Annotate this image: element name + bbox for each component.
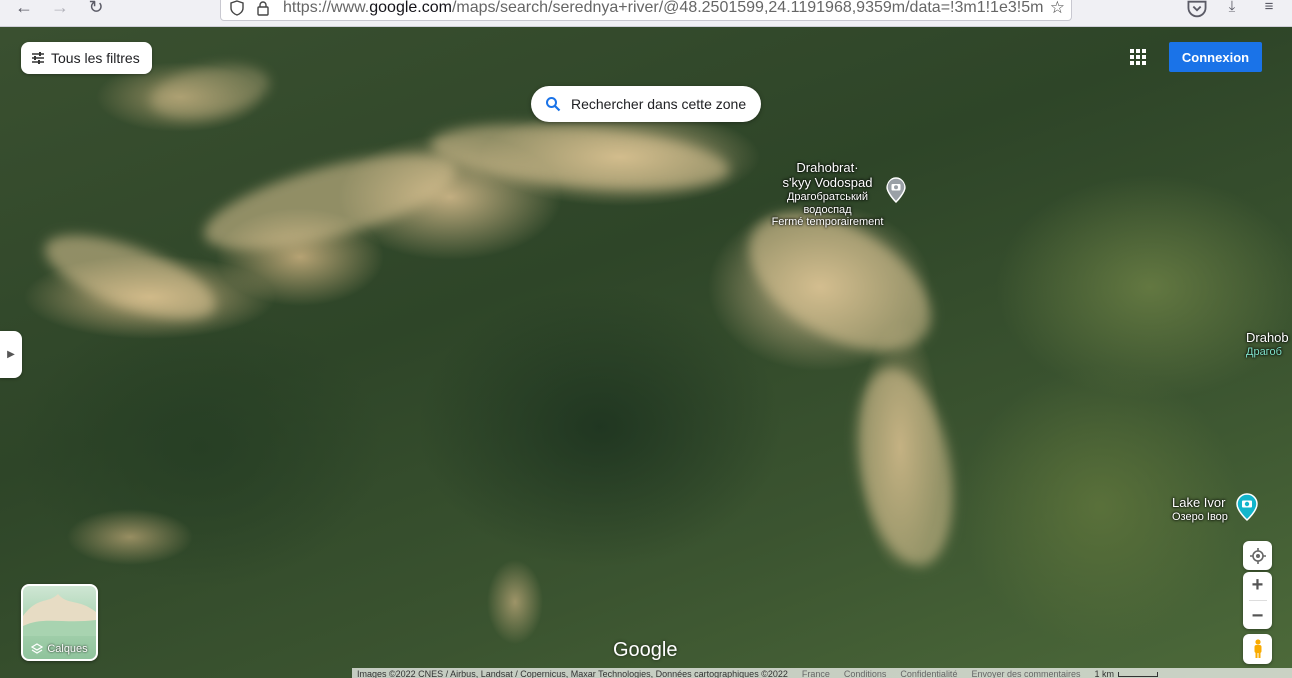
attribution-text: Images ©2022 CNES / Airbus, Landsat / Co… [357,669,788,678]
all-filters-button[interactable]: Tous les filtres [21,42,152,74]
search-this-area-button[interactable]: Rechercher dans cette zone [531,86,761,122]
zoom-out-button[interactable]: − [1252,606,1264,626]
my-location-button[interactable] [1243,541,1272,570]
download-icon[interactable]: ⤓ [1221,0,1243,18]
sign-in-button[interactable]: Connexion [1169,42,1262,72]
all-filters-label: Tous les filtres [51,50,140,66]
google-logo: Google [613,639,678,661]
footer-link-terms[interactable]: Conditions [844,669,887,678]
scale-indicator[interactable]: 1 km [1095,669,1159,678]
footer-link-country[interactable]: France [802,669,830,678]
google-apps-icon[interactable] [1130,49,1146,65]
bookmark-star-icon[interactable]: ☆ [1050,0,1065,18]
layers-button[interactable]: Calques [21,584,98,661]
camera-pin-icon[interactable] [886,177,906,203]
expand-side-panel-button[interactable]: ▶ [0,331,22,378]
terrain-ridge [146,56,274,128]
map-footer: Images ©2022 CNES / Airbus, Landsat / Co… [352,668,1292,678]
place-drahobrat-waterfall[interactable]: Drahobrat· s'kyy Vodospad Драгобратський… [765,160,890,229]
chevron-right-icon: ▶ [7,349,15,360]
place-drahobrat-village[interactable]: Drahob Драгоб [1246,330,1289,359]
menu-icon[interactable]: ≡ [1258,0,1280,18]
lock-icon [257,1,269,16]
back-icon[interactable]: ← [12,0,36,17]
terrain-ridge [35,218,225,336]
place-lake-ivor[interactable]: Lake Ivor Озеро Івор [1172,495,1228,524]
lake-pin-icon[interactable] [1236,493,1258,521]
terrain-ridge [195,134,465,270]
tune-icon [32,52,44,64]
zoom-divider [1248,599,1267,601]
forward-icon[interactable]: → [48,0,72,17]
pegman-icon [1254,639,1261,658]
satellite-map[interactable]: Tous les filtres Rechercher dans cette z… [0,27,1292,678]
layers-label-row: Calques [23,643,96,655]
browser-toolbar: ← → ↻ https://www.google.com/maps/search… [0,0,1292,27]
url-text: https://www.google.com/maps/search/sered… [283,0,1043,16]
street-view-pegman[interactable] [1243,634,1272,664]
layers-icon [31,643,44,654]
zoom-controls: + − [1243,572,1272,629]
url-bar[interactable]: https://www.google.com/maps/search/sered… [220,0,1072,21]
terrain-ridge [427,114,733,200]
pocket-icon[interactable] [1186,0,1208,18]
crosshair-icon [1249,547,1266,564]
search-this-area-label: Rechercher dans cette zone [571,96,747,112]
terrain-ridge [843,360,967,574]
footer-link-feedback[interactable]: Envoyer des commentaires [971,669,1080,678]
shield-icon [230,0,244,16]
zoom-in-button[interactable]: + [1252,575,1264,595]
search-icon [546,97,561,112]
scale-bar [1118,671,1159,677]
reload-icon[interactable]: ↻ [84,0,108,17]
layers-preview-thumbnail [23,594,96,636]
footer-link-privacy[interactable]: Confidentialité [900,669,957,678]
